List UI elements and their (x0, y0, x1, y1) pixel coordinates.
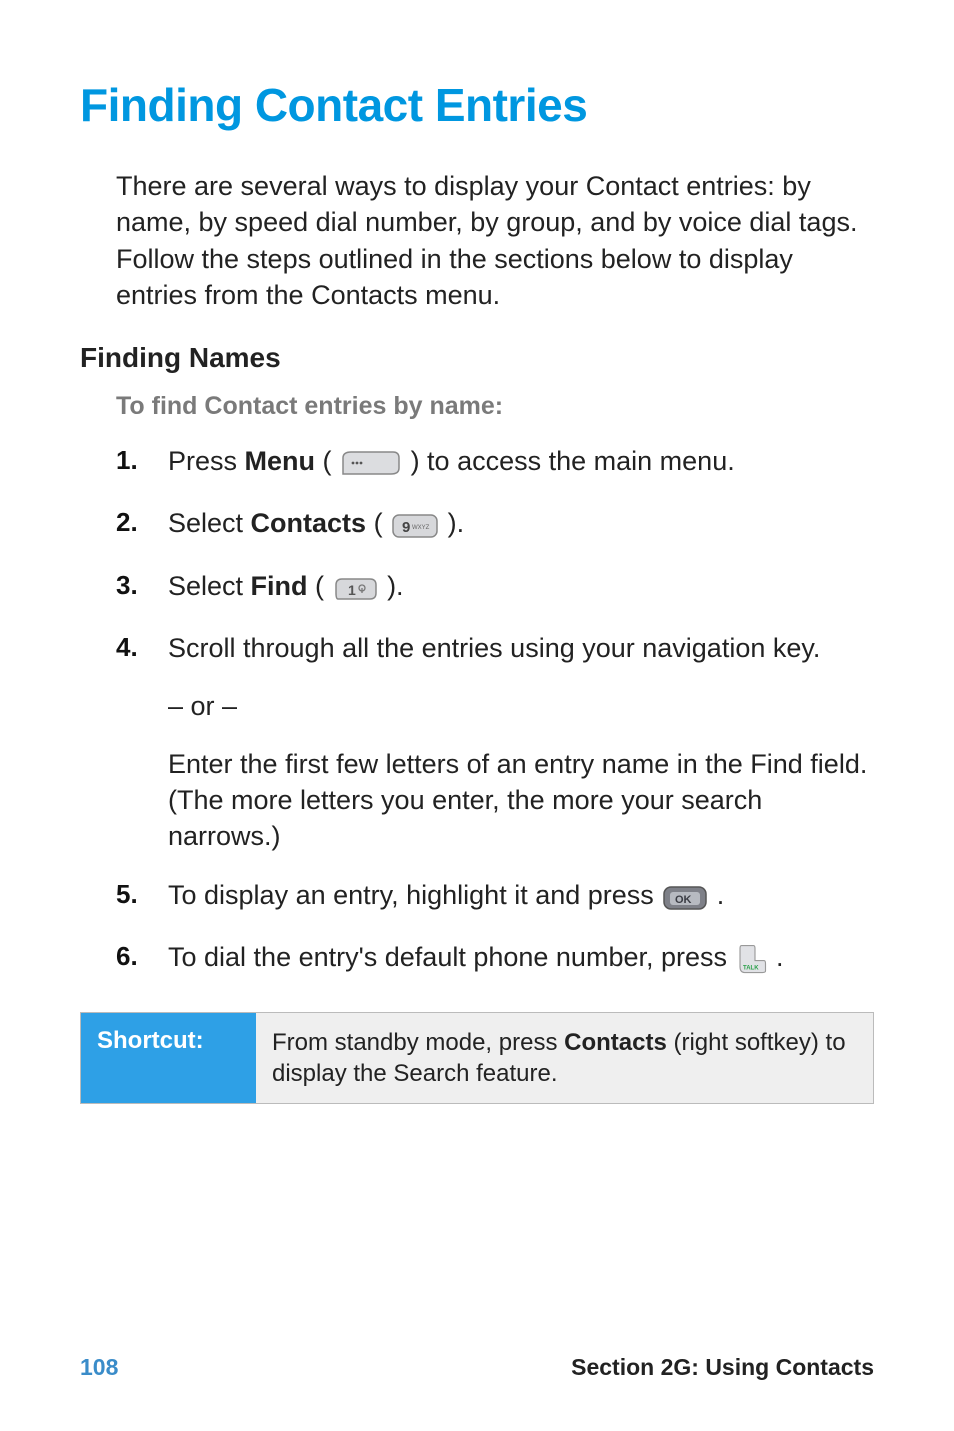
softkey-icon (341, 448, 401, 487)
step-text: Select Find ( 1 ). (168, 568, 874, 612)
or-separator: – or – (168, 691, 874, 722)
step-2: 2. Select Contacts ( 9 WXYZ ). (116, 505, 874, 549)
step-number: 5. (116, 877, 168, 912)
step-text: Scroll through all the entries using you… (168, 630, 874, 666)
ok-key-icon: OK (663, 884, 707, 921)
lead-instruction: To find Contact entries by name: (116, 392, 874, 421)
steps-list-continued: 5. To display an entry, highlight it and… (116, 877, 874, 984)
step-number: 4. (116, 630, 168, 665)
svg-text:1: 1 (348, 582, 356, 598)
key-9-icon: 9 WXYZ (392, 512, 438, 549)
step-text: To display an entry, highlight it and pr… (168, 877, 874, 921)
subheading-finding-names: Finding Names (80, 342, 874, 374)
intro-paragraph: There are several ways to display your C… (116, 168, 874, 314)
page-number: 108 (80, 1354, 118, 1381)
step-1: 1. Press Menu ( ) to access the main men… (116, 443, 874, 487)
step-text: Select Contacts ( 9 WXYZ ). (168, 505, 874, 549)
shortcut-body: From standby mode, press Contacts (right… (256, 1013, 873, 1103)
step-number: 1. (116, 443, 168, 478)
shortcut-box: Shortcut: From standby mode, press Conta… (80, 1012, 874, 1104)
step-6: 6. To dial the entry's default phone num… (116, 939, 874, 983)
page-title: Finding Contact Entries (80, 78, 874, 132)
step-number: 6. (116, 939, 168, 974)
svg-text:OK: OK (675, 894, 692, 906)
step-number: 2. (116, 505, 168, 540)
step-number: 3. (116, 568, 168, 603)
page-footer: 108 Section 2G: Using Contacts (80, 1354, 874, 1381)
key-1-icon: 1 (334, 575, 378, 612)
step-3: 3. Select Find ( 1 ). (116, 568, 874, 612)
step-4-alt-paragraph: Enter the first few letters of an entry … (168, 746, 874, 855)
step-5: 5. To display an entry, highlight it and… (116, 877, 874, 921)
page: Finding Contact Entries There are severa… (0, 0, 954, 1431)
step-text: Press Menu ( ) to access the main menu. (168, 443, 874, 487)
step-text: To dial the entry's default phone number… (168, 939, 874, 983)
section-label: Section 2G: Using Contacts (571, 1354, 874, 1381)
svg-text:9: 9 (402, 519, 410, 536)
svg-text:TALK: TALK (743, 966, 759, 972)
talk-key-icon: TALK (737, 944, 767, 983)
steps-list: 1. Press Menu ( ) to access the main men… (116, 443, 874, 667)
step-4: 4. Scroll through all the entries using … (116, 630, 874, 666)
svg-text:WXYZ: WXYZ (412, 525, 430, 531)
shortcut-label: Shortcut: (81, 1013, 256, 1103)
